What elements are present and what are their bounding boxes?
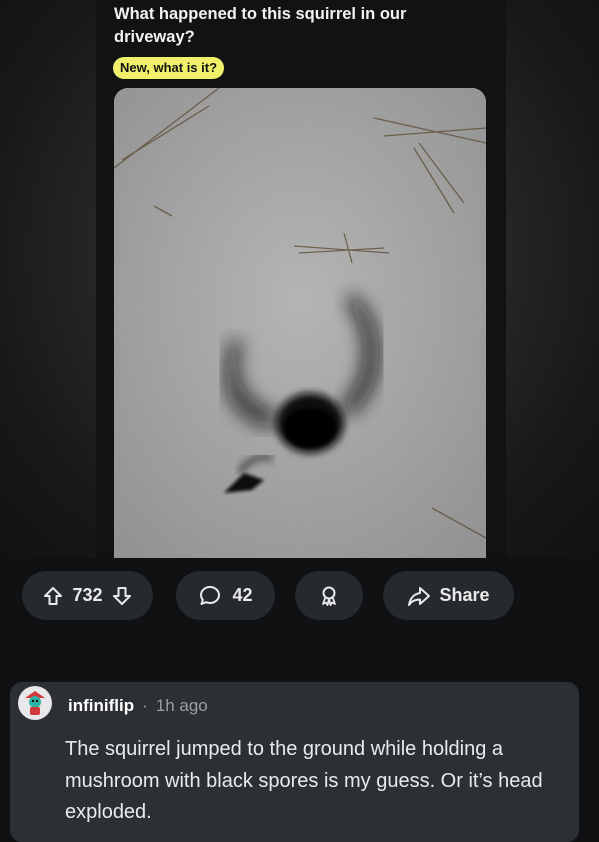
post-action-bar: 732 42 Share xyxy=(0,558,599,640)
post-card[interactable]: What happened to this squirrel in our dr… xyxy=(96,0,506,558)
comments-button[interactable]: 42 xyxy=(176,571,275,620)
comment-body: The squirrel jumped to the ground while … xyxy=(65,738,543,823)
post-image[interactable] xyxy=(114,88,486,558)
share-arrow-icon xyxy=(407,585,431,607)
post-title[interactable]: What happened to this squirrel in our dr… xyxy=(114,3,474,49)
award-button[interactable] xyxy=(295,571,363,620)
post-flair[interactable]: New, what is it? xyxy=(113,57,225,79)
concrete-photo xyxy=(114,88,486,558)
comment-thread: infiniflip · 1h ago The squirrel jumped … xyxy=(0,640,599,842)
award-ribbon-icon xyxy=(317,584,341,608)
vote-control: 732 xyxy=(22,571,153,620)
comment-username[interactable]: infiniflip xyxy=(68,696,134,716)
comment-meta: infiniflip · 1h ago xyxy=(68,696,208,716)
arrow-down-icon[interactable] xyxy=(111,585,133,607)
share-label: Share xyxy=(439,585,490,605)
comment-timestamp: 1h ago xyxy=(155,696,208,715)
avatar[interactable] xyxy=(18,686,52,720)
speech-bubble-icon xyxy=(198,584,222,608)
upvote-count: 732 xyxy=(72,585,103,605)
meta-separator: · xyxy=(142,696,148,715)
share-button[interactable]: Share xyxy=(383,571,514,620)
arrow-up-icon[interactable] xyxy=(42,585,64,607)
comment-count: 42 xyxy=(232,585,253,605)
